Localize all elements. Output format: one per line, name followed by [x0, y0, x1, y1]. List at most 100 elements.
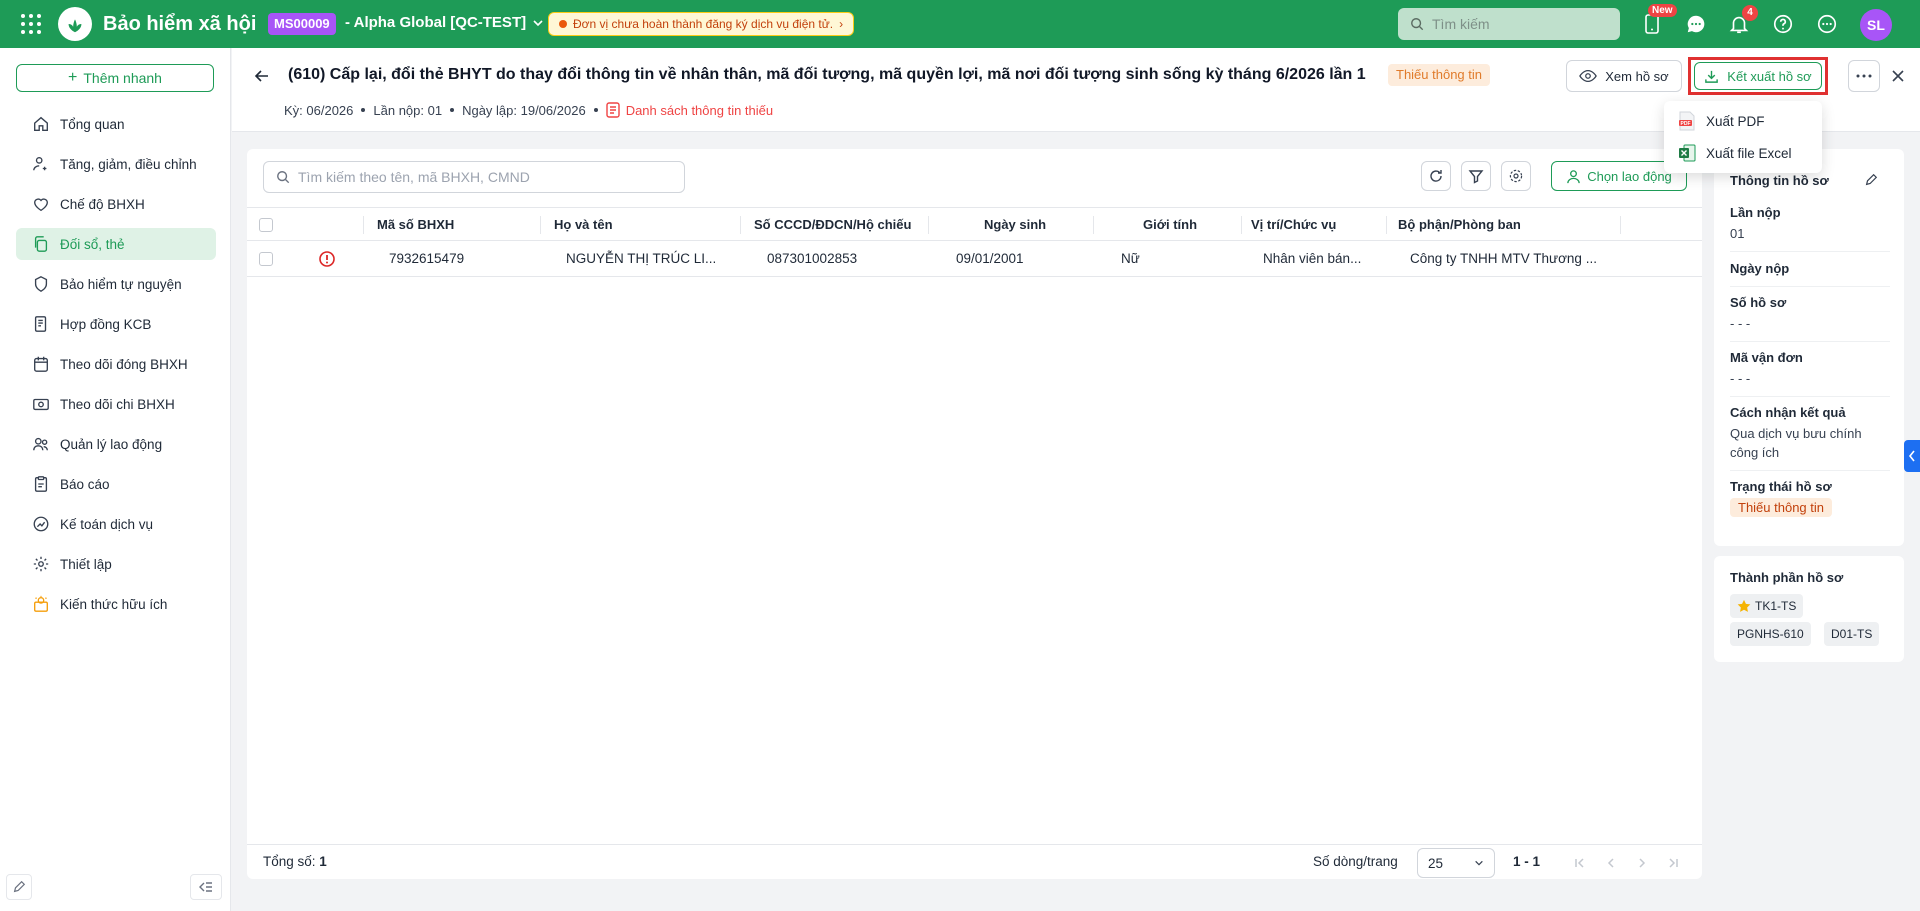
quick-add-button[interactable]: + Thêm nhanh	[16, 64, 214, 92]
sidebar-item-label: Kế toán dịch vụ	[60, 516, 154, 532]
table-search[interactable]	[263, 161, 685, 193]
org-name: - Alpha Global [QC-TEST]	[345, 14, 527, 31]
column-header-id[interactable]: Số CCCD/ĐDCN/Hộ chiếu	[754, 208, 911, 242]
help-icon[interactable]	[1769, 10, 1797, 38]
column-header-dob[interactable]: Ngày sinh	[984, 208, 1046, 242]
total-value: 1	[319, 854, 327, 869]
sidebar-item-label: Thiết lập	[60, 556, 112, 572]
column-settings-button[interactable]	[1501, 161, 1531, 191]
sidebar-item-settings[interactable]: Thiết lập	[16, 548, 216, 580]
shield-icon	[34, 276, 48, 293]
svg-text:PDF: PDF	[1681, 121, 1691, 127]
component-chip[interactable]: PGNHS-610	[1730, 622, 1811, 646]
total-count: Tổng số: 1	[263, 854, 327, 869]
sidebar-item-track-spending[interactable]: Theo dõi chi BHXH	[16, 388, 216, 420]
column-header-department[interactable]: Bộ phận/Phòng ban	[1398, 208, 1521, 242]
sidebar-item-overview[interactable]: Tổng quan	[16, 108, 216, 140]
separator-dot	[593, 108, 598, 112]
field-label: Ngày nộp	[1730, 261, 1790, 276]
refresh-button[interactable]	[1421, 161, 1451, 191]
close-icon[interactable]	[1886, 64, 1910, 88]
home-icon	[34, 116, 48, 131]
column-header-bhxh[interactable]: Mã số BHXH	[377, 208, 454, 242]
export-record-button[interactable]: Kết xuất hồ sơ	[1694, 62, 1822, 90]
view-record-label: Xem hồ sơ	[1605, 68, 1669, 84]
sidebar-item-benefits[interactable]: Chế độ BHXH	[16, 188, 216, 220]
table-footer: Tổng số: 1 Số dòng/trang 25 1 - 1	[247, 844, 1702, 879]
missing-info-label: Danh sách thông tin thiếu	[625, 102, 774, 118]
global-search-input[interactable]	[1432, 16, 1602, 32]
field-record-status: Trạng thái hồ sơ Thiếu thông tin	[1730, 479, 1890, 517]
notification-count-badge: 4	[1742, 5, 1758, 21]
back-arrow-icon[interactable]	[250, 64, 274, 88]
sidebar-item-knowledge[interactable]: Kiến thức hữu ích	[16, 588, 216, 620]
filter-button[interactable]	[1461, 161, 1491, 191]
sidebar-item-label: Đối sổ, thẻ	[60, 236, 125, 252]
last-page-icon[interactable]	[1665, 855, 1681, 871]
filter-icon	[1468, 170, 1484, 184]
pencil-icon[interactable]	[1864, 173, 1878, 187]
plus-icon: +	[68, 69, 78, 86]
more-actions-button[interactable]	[1848, 60, 1880, 92]
apps-grid-icon[interactable]	[20, 13, 42, 35]
sidebar: + Thêm nhanh Tổng quan Tăng, giảm, điều …	[0, 48, 231, 911]
user-icon	[1567, 169, 1580, 183]
sidebar-item-label: Tăng, giảm, điều chỉnh	[60, 156, 197, 172]
column-header-name[interactable]: Họ và tên	[554, 208, 613, 242]
expand-panel-tab[interactable]	[1904, 440, 1920, 472]
select-all-checkbox[interactable]	[259, 218, 273, 232]
error-icon	[319, 251, 335, 267]
table-search-input[interactable]	[298, 169, 668, 185]
field-value: 01	[1730, 226, 1745, 241]
sidebar-item-track-payment[interactable]: Theo dõi đóng BHXH	[16, 348, 216, 380]
sidebar-item-reports[interactable]: Báo cáo	[16, 468, 216, 500]
sidebar-item-accounting[interactable]: Kế toán dịch vụ	[16, 508, 216, 540]
column-header-gender[interactable]: Giới tính	[1143, 208, 1197, 242]
column-header-position[interactable]: Vị trí/Chức vụ	[1251, 208, 1336, 242]
sidebar-item-voluntary[interactable]: Bảo hiểm tự nguyện	[16, 268, 216, 300]
column-divider	[363, 216, 364, 234]
table-header: Mã số BHXH Họ và tên Số CCCD/ĐDCN/Hộ chi…	[247, 207, 1702, 241]
gear-icon	[1509, 169, 1523, 183]
missing-info-link[interactable]: Danh sách thông tin thiếu	[605, 102, 774, 118]
field-value: - - -	[1730, 371, 1751, 386]
export-pdf-item[interactable]: PDF Xuất PDF	[1664, 105, 1822, 137]
quick-add-label: Thêm nhanh	[83, 70, 162, 86]
sidebar-item-contract[interactable]: Hợp đồng KCB	[16, 308, 216, 340]
component-label: D01-TS	[1831, 627, 1873, 641]
user-adjust-icon	[33, 157, 47, 171]
user-avatar[interactable]: SL	[1860, 9, 1892, 41]
ebusiness-warning[interactable]: Đơn vị chưa hoàn thành đăng ký dịch vụ đ…	[548, 12, 855, 36]
export-excel-item[interactable]: Xuất file Excel	[1664, 137, 1822, 169]
calendar-icon	[34, 356, 48, 372]
more-options-icon[interactable]	[1813, 10, 1841, 38]
first-page-icon[interactable]	[1572, 855, 1588, 871]
component-chip[interactable]: TK1-TS	[1730, 594, 1804, 618]
record-components-panel: Thành phần hồ sơ TK1-TS PGNHS-610 D01-TS	[1714, 556, 1904, 662]
panel-title: Thông tin hồ sơ	[1730, 173, 1829, 188]
field-divider	[1730, 341, 1890, 342]
global-search[interactable]	[1398, 8, 1620, 40]
field-label: Trạng thái hồ sơ	[1730, 479, 1832, 494]
created-date-text: Ngày lập: 19/06/2026	[462, 102, 586, 118]
sidebar-item-book-card[interactable]: Đối sổ, thẻ	[16, 228, 216, 260]
chat-icon[interactable]	[1682, 10, 1710, 38]
eye-icon	[1579, 69, 1598, 83]
sidebar-item-adjustments[interactable]: Tăng, giảm, điều chỉnh	[16, 148, 216, 180]
collapse-sidebar-icon[interactable]	[190, 874, 222, 900]
rows-per-page-select[interactable]: 25	[1417, 848, 1495, 878]
sidebar-item-labor[interactable]: Quản lý lao động	[16, 428, 216, 460]
prev-page-icon[interactable]	[1603, 855, 1619, 871]
export-pdf-label: Xuất PDF	[1706, 113, 1765, 129]
ellipsis-icon	[1856, 74, 1872, 78]
download-icon	[1705, 70, 1719, 83]
view-record-button[interactable]: Xem hồ sơ	[1566, 60, 1682, 92]
field-divider	[1730, 286, 1890, 287]
next-page-icon[interactable]	[1634, 855, 1650, 871]
table-row[interactable]: 7932615479 NGUYỄN THỊ TRÚC LI... 0873010…	[247, 241, 1702, 277]
row-checkbox[interactable]	[259, 252, 273, 266]
org-selector[interactable]: - Alpha Global [QC-TEST]	[345, 14, 544, 31]
component-chip[interactable]: D01-TS	[1824, 622, 1880, 646]
sidebar-item-label: Báo cáo	[60, 476, 110, 492]
edit-icon[interactable]	[6, 874, 32, 900]
